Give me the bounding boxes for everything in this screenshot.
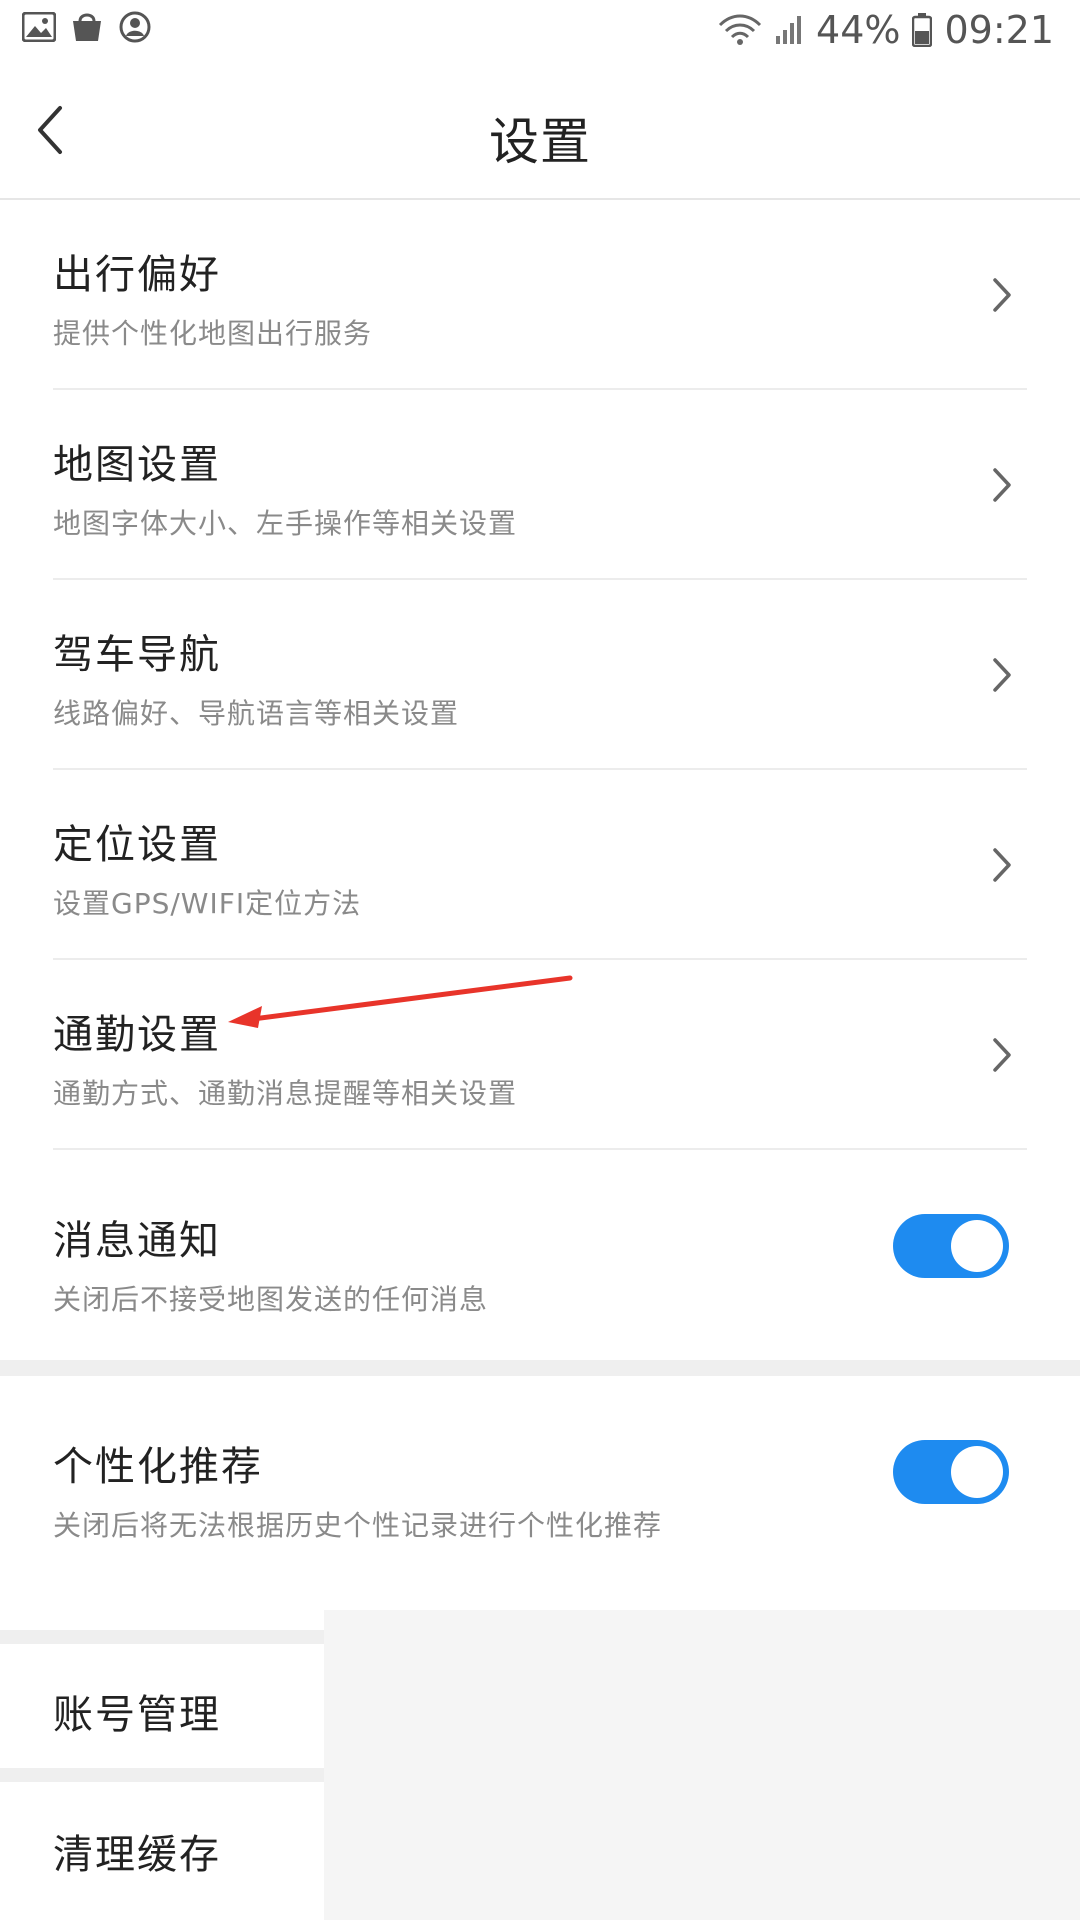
chevron-right-icon — [993, 848, 1011, 882]
setting-item-account-management[interactable]: 账号管理 — [0, 1644, 324, 1768]
status-right: 44% 09:21 — [718, 8, 1054, 52]
setting-subtitle: 通勤方式、通勤消息提醒等相关设置 — [53, 1077, 518, 1110]
section-divider — [0, 1768, 324, 1782]
setting-item-message-notification: 消息通知 关闭后不接受地图发送的任何消息 — [0, 1150, 1080, 1360]
chevron-right-icon — [993, 278, 1011, 312]
account-icon — [118, 10, 152, 44]
chevron-right-icon — [993, 468, 1011, 502]
setting-item-map-settings[interactable]: 地图设置 地图字体大小、左手操作等相关设置 — [0, 390, 1080, 580]
setting-subtitle: 关闭后将无法根据历史个性记录进行个性化推荐 — [53, 1509, 663, 1542]
setting-title: 清理缓存 — [53, 1832, 221, 1878]
personalized-recommendation-toggle[interactable] — [893, 1440, 1009, 1504]
setting-title: 消息通知 — [53, 1218, 221, 1264]
clock: 09:21 — [944, 8, 1054, 52]
setting-item-location-settings[interactable]: 定位设置 设置GPS/WIFI定位方法 — [0, 770, 1080, 960]
section-divider — [0, 1360, 1080, 1376]
setting-title: 通勤设置 — [53, 1012, 221, 1058]
setting-subtitle: 线路偏好、导航语言等相关设置 — [53, 697, 460, 730]
setting-title: 个性化推荐 — [53, 1444, 263, 1490]
setting-item-travel-preference[interactable]: 出行偏好 提供个性化地图出行服务 — [0, 200, 1080, 390]
settings-list: 出行偏好 提供个性化地图出行服务 地图设置 地图字体大小、左手操作等相关设置 驾… — [0, 200, 1080, 1586]
app-header: 设置 — [0, 66, 1080, 200]
page-title: 设置 — [489, 113, 591, 171]
setting-title: 定位设置 — [53, 822, 221, 868]
toggle-knob — [951, 1220, 1003, 1272]
status-bar: 44% 09:21 — [0, 0, 1080, 66]
blank-panel — [324, 1610, 1080, 1920]
setting-item-commute-settings[interactable]: 通勤设置 通勤方式、通勤消息提醒等相关设置 — [0, 960, 1080, 1150]
battery-percent: 44% — [816, 8, 901, 52]
setting-subtitle: 提供个性化地图出行服务 — [53, 317, 373, 350]
setting-item-driving-navigation[interactable]: 驾车导航 线路偏好、导航语言等相关设置 — [0, 580, 1080, 770]
setting-title: 地图设置 — [53, 442, 221, 488]
toggle-knob — [951, 1446, 1003, 1498]
section-divider — [0, 1630, 324, 1644]
status-left-icons — [22, 10, 152, 44]
setting-subtitle: 设置GPS/WIFI定位方法 — [53, 887, 362, 920]
setting-title: 驾车导航 — [53, 632, 221, 678]
shopping-bag-icon — [70, 11, 104, 43]
setting-item-personalized-recommendation: 个性化推荐 关闭后将无法根据历史个性记录进行个性化推荐 — [0, 1376, 1080, 1586]
setting-item-clear-cache[interactable]: 清理缓存 — [0, 1782, 324, 1920]
setting-title: 账号管理 — [53, 1692, 221, 1738]
chevron-right-icon — [993, 1038, 1011, 1072]
message-notification-toggle[interactable] — [893, 1214, 1009, 1278]
setting-title: 出行偏好 — [53, 252, 221, 298]
wifi-icon — [718, 13, 762, 47]
signal-icon — [774, 14, 804, 46]
setting-subtitle: 关闭后不接受地图发送的任何消息 — [53, 1283, 489, 1316]
setting-subtitle: 地图字体大小、左手操作等相关设置 — [53, 507, 518, 540]
battery-icon — [912, 13, 933, 47]
chevron-right-icon — [993, 658, 1011, 692]
gallery-icon — [22, 12, 56, 42]
